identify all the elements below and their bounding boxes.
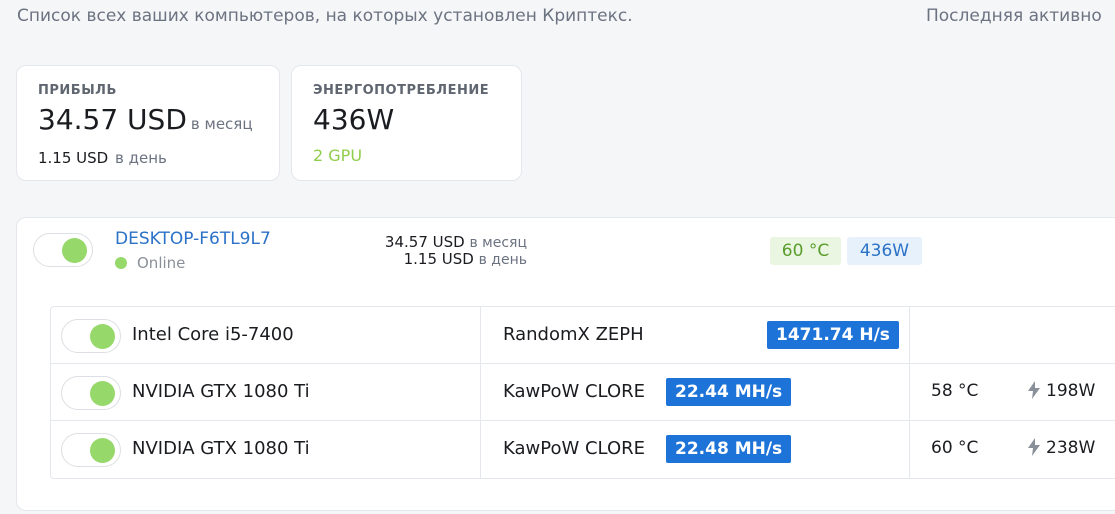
rig-monthly-value: 34.57 USD [384, 233, 465, 251]
page-subtitle: Список всех ваших компьютеров, на которы… [17, 6, 633, 26]
profit-monthly-unit: в месяц [190, 115, 253, 133]
device-hashrate-badge: 1471.74 H/s [767, 321, 899, 349]
device-name: Intel Core i5-7400 [132, 324, 294, 345]
rig-earnings-monthly: 34.57 USD в месяц [307, 234, 527, 251]
device-row: Intel Core i5-7400 RandomX ZEPH 1471.74 … [51, 307, 1115, 364]
rig-status-label: Online [137, 254, 186, 272]
online-dot-icon [115, 257, 127, 269]
power-label: ЭНЕРГОПОТРЕБЛЕНИЕ [313, 83, 490, 98]
device-power: 238W [1028, 438, 1095, 458]
toggle-knob [90, 438, 115, 463]
profit-daily-value: 1.15 USD [38, 149, 109, 167]
rig-toggle[interactable] [33, 233, 93, 267]
rig-name-link[interactable]: DESKTOP-F6TL9L7 [115, 229, 271, 249]
rig-card: DESKTOP-F6TL9L7 Online 34.57 USD в месяц… [16, 217, 1115, 511]
rig-daily-value: 1.15 USD [403, 250, 474, 268]
device-toggle[interactable] [61, 433, 121, 467]
device-algorithm: RandomX ZEPH [503, 324, 644, 345]
last-active-header: Последняя активно [926, 6, 1102, 26]
gpu-count: 2 GPU [313, 146, 363, 165]
device-power: 198W [1028, 381, 1095, 401]
power-card: ЭНЕРГОПОТРЕБЛЕНИЕ 436W 2 GPU [291, 65, 522, 181]
device-hashrate-badge: 22.44 MH/s [666, 378, 792, 406]
device-temperature: 58 °C [931, 381, 979, 401]
profit-label: ПРИБЫЛЬ [38, 83, 117, 98]
rig-temperature-badge: 60 °C [770, 237, 841, 265]
device-power-value: 238W [1046, 438, 1096, 458]
toggle-knob [62, 238, 87, 263]
device-table: Intel Core i5-7400 RandomX ZEPH 1471.74 … [50, 306, 1115, 479]
rig-earnings: 34.57 USD в месяц 1.15 USD в день [307, 234, 527, 268]
device-toggle[interactable] [61, 319, 121, 353]
profit-daily-unit: в день [115, 149, 167, 167]
profit-monthly-value: 34.57 USD [38, 103, 187, 136]
rig-power-badge: 436W [847, 237, 922, 265]
rig-earnings-daily: 1.15 USD в день [307, 251, 527, 268]
toggle-knob [90, 324, 115, 349]
device-temperature: 60 °C [931, 438, 979, 458]
device-algorithm: KawPoW CLORE [503, 438, 645, 459]
device-row: NVIDIA GTX 1080 Ti KawPoW CLORE 22.48 MH… [51, 421, 1115, 478]
rig-daily-unit: в день [478, 252, 527, 268]
profit-card: ПРИБЫЛЬ 34.57 USD в месяц 1.15 USD в день [16, 65, 280, 181]
lightning-bolt-icon [1028, 381, 1040, 399]
profit-daily: 1.15 USD в день [38, 149, 167, 167]
device-hashrate-badge: 22.48 MH/s [666, 435, 792, 463]
device-power-value: 198W [1046, 381, 1096, 401]
device-name: NVIDIA GTX 1080 Ti [132, 438, 310, 459]
device-toggle[interactable] [61, 376, 121, 410]
device-name: NVIDIA GTX 1080 Ti [132, 381, 310, 402]
lightning-bolt-icon [1028, 438, 1040, 456]
toggle-knob [90, 381, 115, 406]
device-row: NVIDIA GTX 1080 Ti KawPoW CLORE 22.44 MH… [51, 364, 1115, 421]
device-algorithm: KawPoW CLORE [503, 381, 645, 402]
rig-monthly-unit: в месяц [469, 235, 527, 251]
rig-status: Online [115, 254, 185, 272]
power-value: 436W [313, 103, 395, 136]
profit-monthly: 34.57 USD в месяц [38, 103, 253, 136]
